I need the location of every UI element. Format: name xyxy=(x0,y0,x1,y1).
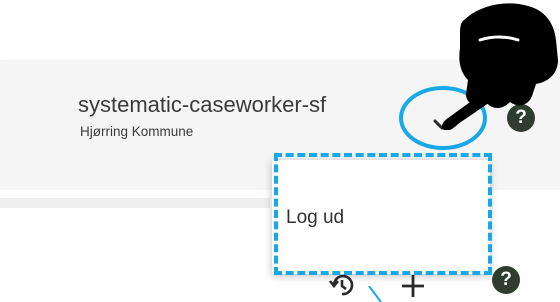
history-icon[interactable] xyxy=(327,270,357,300)
organization-name: Hjørring Kommune xyxy=(80,124,194,139)
logout-menu-item[interactable]: Log ud xyxy=(283,202,476,234)
pointing-hand-icon xyxy=(441,3,558,130)
add-icon[interactable] xyxy=(398,270,428,300)
content-divider xyxy=(0,198,270,208)
toolbar-help-icon[interactable]: ? xyxy=(492,266,520,294)
user-name: systematic-caseworker-sf xyxy=(78,92,327,117)
annotation-pointer-line xyxy=(368,286,382,302)
